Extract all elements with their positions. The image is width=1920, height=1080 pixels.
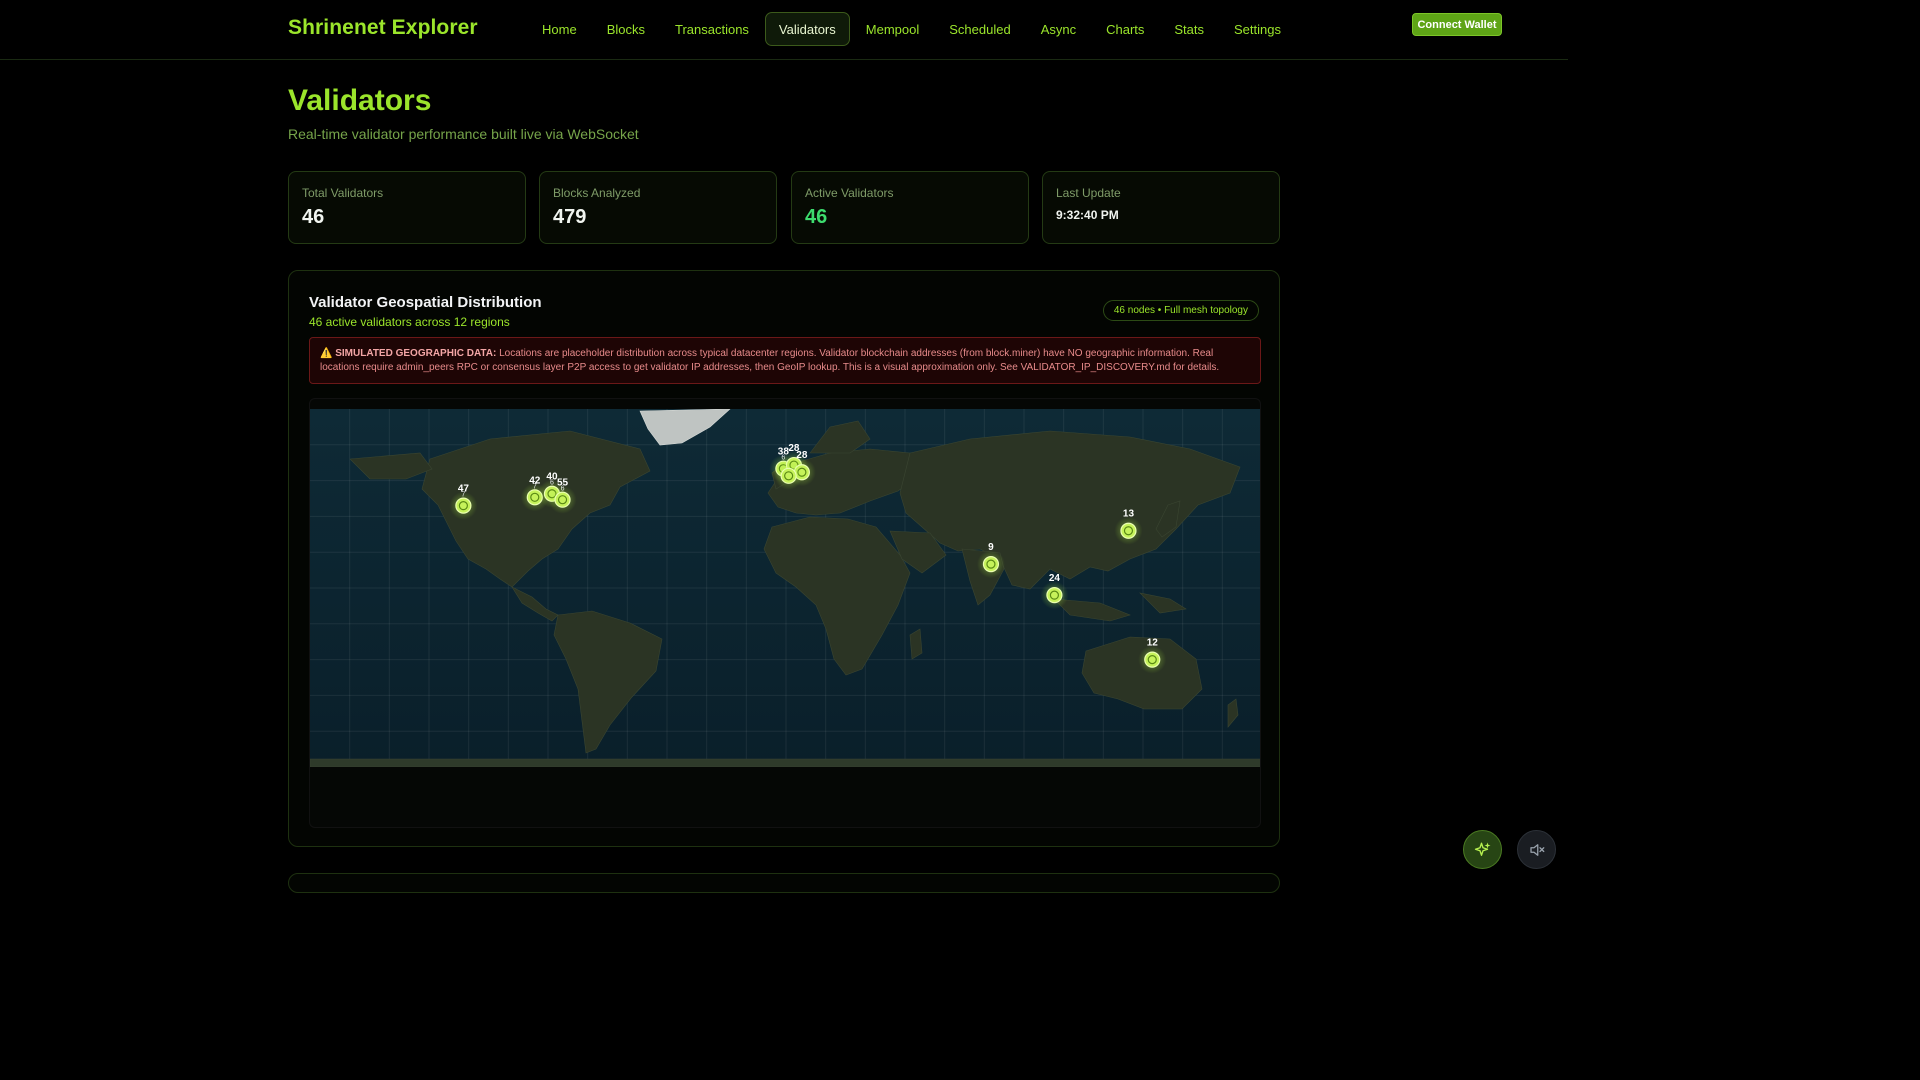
nav-settings[interactable]: Settings bbox=[1220, 12, 1295, 46]
node-label: 24 bbox=[1049, 573, 1061, 584]
stat-card-total-validators: Total Validators 46 bbox=[288, 171, 526, 244]
node-marker bbox=[1120, 522, 1137, 539]
node-label: 13 bbox=[1123, 509, 1135, 520]
stat-card-active-validators: Active Validators 46 bbox=[791, 171, 1029, 244]
stat-card-last-update: Last Update 9:32:40 PM bbox=[1042, 171, 1280, 244]
nav-charts[interactable]: Charts bbox=[1092, 12, 1158, 46]
stat-label: Last Update bbox=[1056, 186, 1121, 200]
nav-scheduled[interactable]: Scheduled bbox=[935, 12, 1024, 46]
node-marker bbox=[1046, 587, 1063, 604]
warning-icon: ⚠️ bbox=[320, 348, 333, 359]
nav-blocks[interactable]: Blocks bbox=[593, 12, 659, 46]
nav-home[interactable]: Home bbox=[528, 12, 591, 46]
node-marker bbox=[780, 467, 797, 484]
world-map[interactable]: 47742740655638628289241312 bbox=[309, 398, 1261, 828]
sparkle-button[interactable] bbox=[1463, 830, 1502, 869]
panel-title: Validator Geospatial Distribution bbox=[309, 294, 542, 311]
panel-subtitle: 46 active validators across 12 regions bbox=[309, 315, 510, 329]
nav-validators[interactable]: Validators bbox=[764, 12, 850, 46]
nav-transactions[interactable]: Transactions bbox=[661, 12, 763, 46]
page-subtitle: Real-time validator performance built li… bbox=[288, 126, 639, 142]
warning-label: SIMULATED GEOGRAPHIC DATA: bbox=[335, 348, 497, 359]
stat-value: 9:32:40 PM bbox=[1056, 208, 1119, 222]
mute-button[interactable] bbox=[1517, 830, 1556, 869]
connect-wallet-button[interactable]: Connect Wallet bbox=[1412, 13, 1502, 36]
node-sublabel: 7 bbox=[461, 492, 465, 499]
next-section-panel bbox=[288, 873, 1280, 893]
node-label: 28 bbox=[796, 450, 808, 461]
stat-card-blocks-analyzed: Blocks Analyzed 479 bbox=[539, 171, 777, 244]
stat-label: Blocks Analyzed bbox=[553, 186, 641, 200]
main-nav: Home Blocks Transactions Validators Memp… bbox=[528, 12, 1295, 46]
top-navigation-bar: Shrinenet Explorer Home Blocks Transacti… bbox=[0, 0, 1568, 60]
node-label: 12 bbox=[1147, 638, 1159, 649]
stat-value: 46 bbox=[302, 206, 325, 228]
node-marker bbox=[982, 556, 1000, 573]
nav-stats[interactable]: Stats bbox=[1160, 12, 1218, 46]
stat-value: 479 bbox=[553, 206, 587, 228]
node-label: 9 bbox=[988, 542, 994, 553]
page-title: Validators bbox=[288, 84, 432, 117]
stat-label: Total Validators bbox=[302, 186, 384, 200]
node-marker bbox=[554, 491, 571, 508]
world-map-canvas[interactable]: 47742740655638628289241312 bbox=[310, 409, 1261, 767]
simulated-data-warning: ⚠️ SIMULATED GEOGRAPHIC DATA: Locations … bbox=[309, 337, 1261, 384]
sparkle-icon bbox=[1474, 842, 1490, 856]
brand-logo[interactable]: Shrinenet Explorer bbox=[288, 16, 478, 40]
stat-label: Active Validators bbox=[805, 186, 894, 200]
validator-node[interactable] bbox=[774, 461, 803, 490]
node-sublabel: 6 bbox=[561, 486, 565, 493]
nav-mempool[interactable]: Mempool bbox=[852, 12, 933, 46]
topology-badge: 46 nodes • Full mesh topology bbox=[1102, 300, 1259, 321]
stat-value: 46 bbox=[805, 206, 828, 228]
nav-async[interactable]: Async bbox=[1027, 12, 1090, 46]
node-sublabel: 6 bbox=[550, 480, 554, 487]
node-marker bbox=[1144, 651, 1161, 668]
node-marker bbox=[455, 497, 472, 514]
node-sublabel: 7 bbox=[533, 483, 537, 490]
geospatial-panel: Validator Geospatial Distribution 46 act… bbox=[288, 270, 1280, 847]
mute-icon bbox=[1529, 843, 1544, 856]
